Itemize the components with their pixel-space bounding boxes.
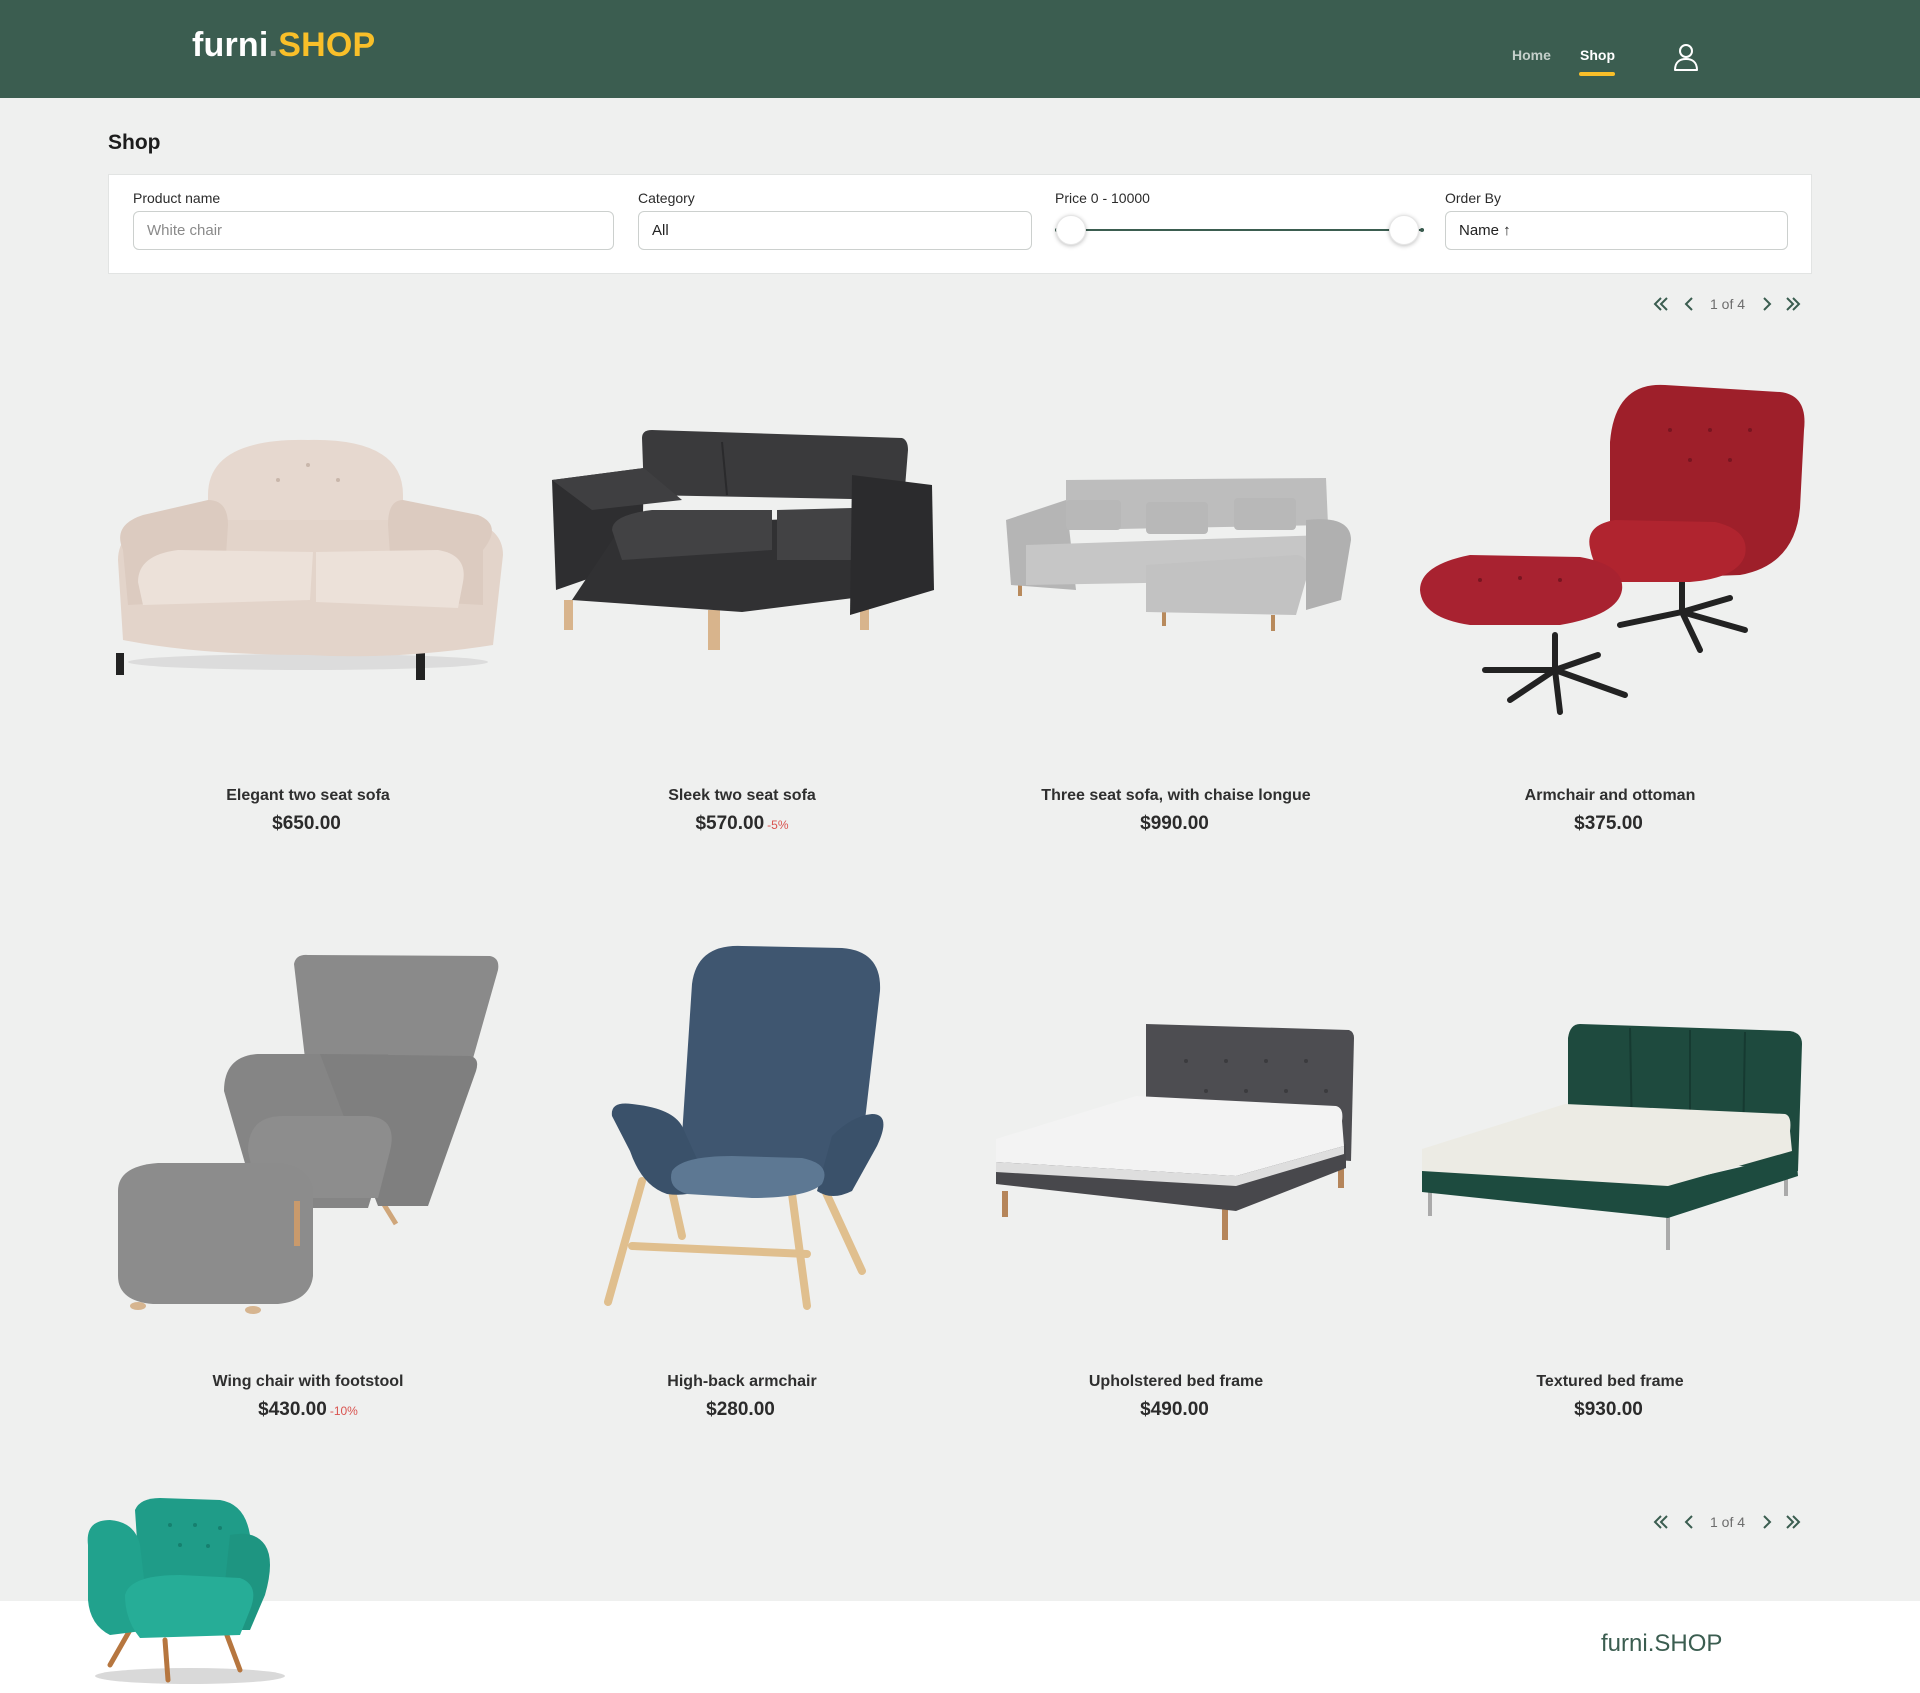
product-price: $490.00	[1140, 1399, 1209, 1420]
nav-active-indicator	[1579, 72, 1615, 76]
order-by-label: Order By	[1445, 190, 1502, 206]
price-max-handle[interactable]	[1389, 215, 1419, 245]
product-name[interactable]: Elegant two seat sofa	[98, 787, 518, 805]
order-by-select[interactable]: Name ↑	[1445, 211, 1788, 250]
footer-armchair-image	[87, 1498, 285, 1684]
product-name-field[interactable]	[133, 211, 614, 250]
product-image[interactable]	[98, 936, 518, 1316]
product-name-input[interactable]	[147, 222, 600, 239]
nav-link-home[interactable]: Home	[1512, 47, 1551, 63]
product-image[interactable]	[532, 350, 952, 730]
product-price: $650.00	[272, 813, 341, 834]
prev-page-icon[interactable]	[1678, 292, 1700, 316]
price-slider-end	[1420, 228, 1424, 232]
product-name[interactable]: Textured bed frame	[1400, 1373, 1820, 1391]
brand-logo[interactable]: furni.SHOP	[192, 26, 375, 65]
price-slider-track[interactable]	[1071, 229, 1424, 231]
top-navbar: furni.SHOP Home Shop	[0, 0, 1920, 98]
product-name[interactable]: Wing chair with footstool	[98, 1373, 518, 1391]
product-name[interactable]: Three seat sofa, with chaise longue	[966, 787, 1386, 805]
first-page-icon[interactable]	[1650, 292, 1672, 316]
prev-page-icon[interactable]	[1678, 1510, 1700, 1534]
price-min-handle[interactable]	[1056, 215, 1086, 245]
product-name[interactable]: Sleek two seat sofa	[532, 787, 952, 805]
product-image[interactable]	[966, 936, 1386, 1316]
nav-link-shop[interactable]: Shop	[1580, 47, 1615, 63]
product-image[interactable]	[1400, 936, 1820, 1316]
product-name[interactable]: High-back armchair	[532, 1373, 952, 1391]
product-image[interactable]	[1400, 350, 1820, 730]
product-image[interactable]	[98, 350, 518, 730]
next-page-icon[interactable]	[1756, 292, 1778, 316]
page-info: 1 of 4	[1710, 296, 1746, 312]
page-info: 1 of 4	[1710, 1514, 1746, 1530]
product-price: $375.00	[1574, 813, 1643, 834]
footer-logo: furni.SHOP	[1601, 1630, 1723, 1657]
pagination-top: 1 of 4	[1648, 292, 1808, 316]
price-label: Price 0 - 10000	[1055, 190, 1150, 206]
product-name-label: Product name	[133, 190, 221, 206]
category-select[interactable]: All	[638, 211, 1032, 250]
next-page-icon[interactable]	[1756, 1510, 1778, 1534]
category-label: Category	[638, 190, 695, 206]
first-page-icon[interactable]	[1650, 1510, 1672, 1534]
product-price: $930.00	[1574, 1399, 1643, 1420]
product-image[interactable]	[532, 936, 952, 1316]
user-icon[interactable]	[1673, 43, 1699, 71]
page-title: Shop	[108, 131, 161, 154]
filter-panel: Product name Category All Price 0 - 1000…	[108, 174, 1812, 274]
product-name[interactable]: Upholstered bed frame	[966, 1373, 1386, 1391]
last-page-icon[interactable]	[1782, 292, 1804, 316]
product-price: $570.00 -5%	[695, 813, 789, 834]
product-image[interactable]	[966, 350, 1386, 730]
product-price: $280.00	[706, 1399, 775, 1420]
pagination-bottom: 1 of 4	[1648, 1510, 1808, 1534]
product-price: $990.00	[1140, 813, 1209, 834]
product-price: $430.00 -10%	[258, 1399, 358, 1420]
product-name[interactable]: Armchair and ottoman	[1400, 787, 1820, 805]
last-page-icon[interactable]	[1782, 1510, 1804, 1534]
